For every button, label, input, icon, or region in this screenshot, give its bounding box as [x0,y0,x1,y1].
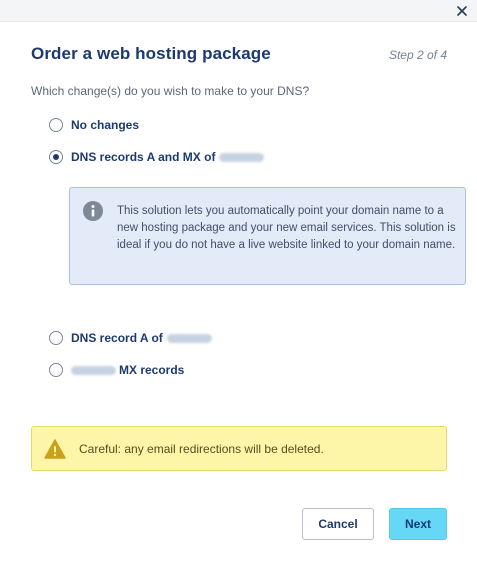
warning-icon [44,439,66,459]
option-label: DNS record A of [71,331,212,345]
step-indicator: Step 2 of 4 [388,48,447,62]
close-icon[interactable] [453,2,471,20]
redacted-domain [71,365,116,375]
dialog-title: Order a web hosting package [31,44,271,63]
warning-box: Careful: any email redirections will be … [31,426,447,471]
option-dns-a[interactable]: DNS record A of [49,331,212,345]
redacted-domain [219,152,265,162]
radio-dns-a-mx[interactable] [49,150,63,164]
radio-mx[interactable] [49,363,63,377]
next-button[interactable]: Next [389,508,447,540]
option-label: DNS records A and MX of [71,150,265,164]
info-icon [83,201,103,221]
option-dns-a-mx[interactable]: DNS records A and MX of [49,150,265,164]
option-mx[interactable]: MX records [49,363,184,377]
radio-no-changes[interactable] [49,118,63,132]
dialog-top-bar [0,0,477,22]
redacted-domain [166,333,212,343]
info-box: This solution lets you automatically poi… [69,187,466,285]
dns-question: Which change(s) do you wish to make to y… [31,84,310,98]
radio-dns-a[interactable] [49,331,63,345]
option-label: No changes [71,118,140,132]
option-no-changes[interactable]: No changes [49,118,139,132]
info-text: This solution lets you automatically poi… [117,205,456,251]
option-label: MX records [71,363,184,377]
cancel-button[interactable]: Cancel [302,508,374,540]
warning-text: Careful: any email redirections will be … [79,442,324,456]
